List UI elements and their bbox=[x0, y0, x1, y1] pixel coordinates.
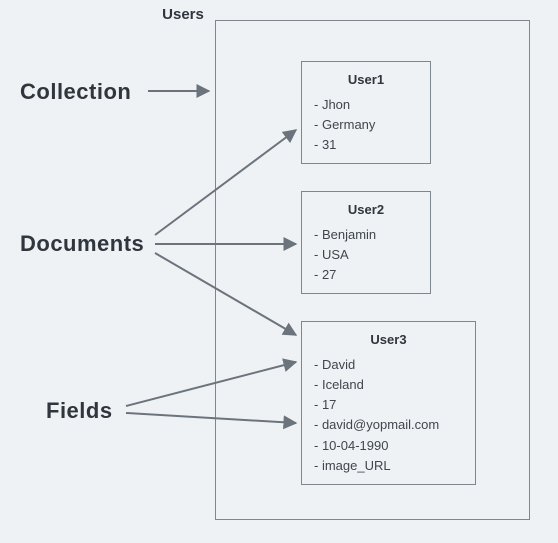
doc-title: User3 bbox=[314, 332, 463, 347]
label-fields: Fields bbox=[46, 398, 113, 424]
field-item: Germany bbox=[314, 115, 418, 135]
field-item: image_URL bbox=[314, 456, 463, 476]
field-item: David bbox=[314, 355, 463, 375]
field-list: David Iceland 17 david@yopmail.com 10-04… bbox=[314, 355, 463, 476]
doc-box-user3: User3 David Iceland 17 david@yopmail.com… bbox=[301, 321, 476, 485]
doc-box-user1: User1 Jhon Germany 31 bbox=[301, 61, 431, 164]
field-item: Jhon bbox=[314, 95, 418, 115]
label-collection: Collection bbox=[20, 79, 131, 105]
field-item: USA bbox=[314, 245, 418, 265]
field-item: Iceland bbox=[314, 375, 463, 395]
diagram-canvas: Collection Documents Fields Users User1 … bbox=[0, 0, 558, 543]
users-container: User1 Jhon Germany 31 User2 Benjamin USA… bbox=[215, 20, 530, 520]
doc-title: User1 bbox=[314, 72, 418, 87]
field-list: Jhon Germany 31 bbox=[314, 95, 418, 155]
field-item: 31 bbox=[314, 135, 418, 155]
field-item: Benjamin bbox=[314, 225, 418, 245]
field-item: david@yopmail.com bbox=[314, 415, 463, 435]
field-item: 27 bbox=[314, 265, 418, 285]
doc-title: User2 bbox=[314, 202, 418, 217]
field-list: Benjamin USA 27 bbox=[314, 225, 418, 285]
field-item: 17 bbox=[314, 395, 463, 415]
field-item: 10-04-1990 bbox=[314, 436, 463, 456]
doc-box-user2: User2 Benjamin USA 27 bbox=[301, 191, 431, 294]
label-documents: Documents bbox=[20, 231, 144, 257]
